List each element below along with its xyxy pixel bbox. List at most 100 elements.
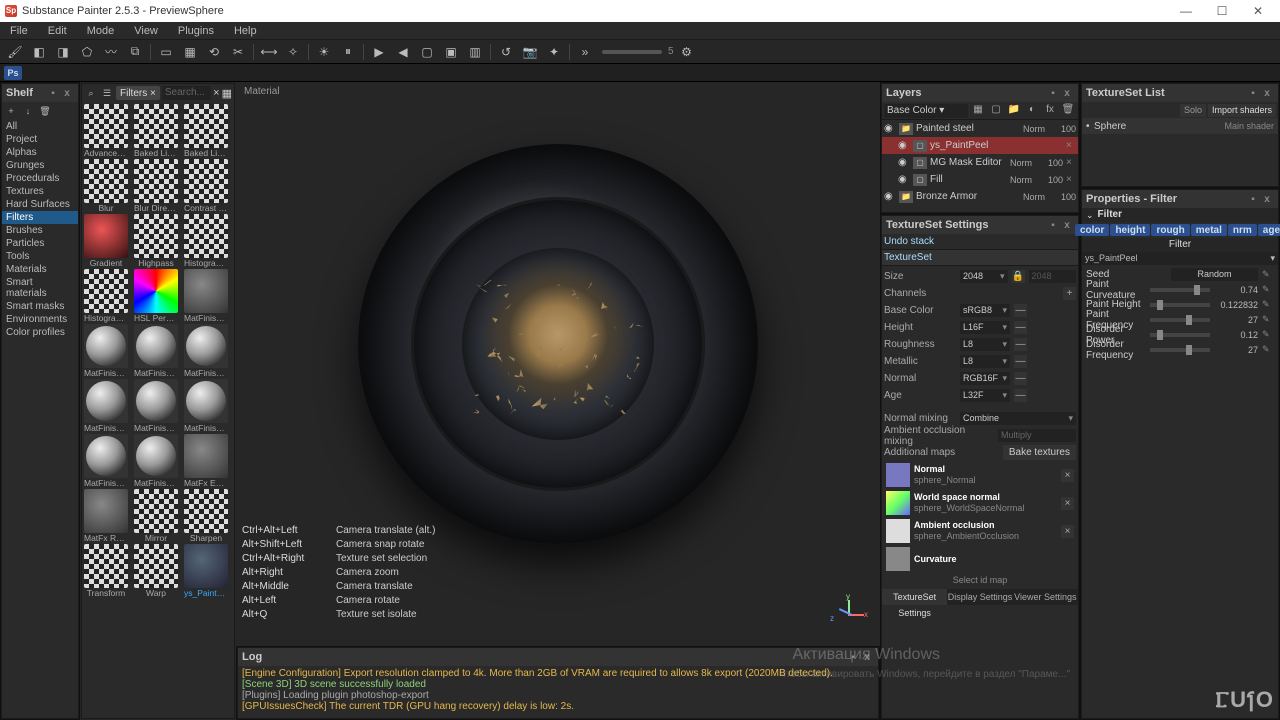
blend-mode[interactable]: Norm [1023, 124, 1053, 134]
channel-remove-icon[interactable]: — [1014, 389, 1027, 402]
select-tool-icon[interactable]: ▭ [155, 42, 177, 62]
shelf-category-grunges[interactable]: Grunges [2, 159, 78, 172]
random-button[interactable]: Random [1171, 268, 1258, 281]
photoshop-plugin-icon[interactable]: Ps [4, 66, 22, 80]
fill-tool-icon[interactable]: ▦ [179, 42, 201, 62]
shelf-item[interactable]: MatFx Edge... [184, 434, 232, 488]
shelf-category-procedurals[interactable]: Procedurals [2, 172, 78, 185]
filter-dropdown-icon[interactable]: ▾ [1270, 252, 1275, 265]
menu-help[interactable]: Help [228, 23, 263, 39]
map-slot[interactable]: Normalsphere_Normal× [884, 461, 1076, 489]
ts-menu-icon[interactable]: ▪ [1046, 220, 1060, 231]
param-slider[interactable] [1150, 288, 1210, 292]
viewboth-icon[interactable]: ▥ [464, 42, 486, 62]
channel-format-dropdown[interactable]: RGB16F▾ [960, 372, 1010, 385]
panel-menu-icon[interactable]: ▪ [46, 88, 60, 99]
minimize-button[interactable]: — [1168, 0, 1204, 22]
param-value[interactable]: 27 [1214, 345, 1258, 355]
add-paint-layer-icon[interactable]: ▢ [988, 104, 1004, 118]
layers-menu-icon[interactable]: ▪ [1046, 88, 1060, 99]
filter-toggle-icon[interactable]: ⌕ [84, 86, 98, 100]
map-slot[interactable]: Curvature [884, 545, 1076, 573]
param-slider[interactable] [1150, 348, 1210, 352]
shelf-item[interactable]: MatFx Rust ... [84, 489, 132, 543]
shelf-item[interactable]: MatFinish Br... [84, 324, 132, 378]
shelf-category-smart-masks[interactable]: Smart masks [2, 300, 78, 313]
shelf-item[interactable]: Blur Directi... [134, 159, 182, 213]
shelf-item[interactable]: MatFinish R... [84, 434, 132, 488]
edit-icon[interactable]: ✎ [1262, 269, 1274, 280]
rotate-icon[interactable]: ↺ [495, 42, 517, 62]
param-edit-icon[interactable]: ✎ [1262, 314, 1274, 325]
channel-format-dropdown[interactable]: sRGB8▾ [960, 304, 1010, 317]
blend-mode[interactable]: Norm [1010, 175, 1040, 185]
shelf-category-textures[interactable]: Textures [2, 185, 78, 198]
tab-display-settings[interactable]: Display Settings [947, 589, 1012, 605]
shelf-item[interactable]: Transform [84, 544, 132, 598]
channel-tab-rough[interactable]: rough [1151, 224, 1189, 236]
menu-chevron-icon[interactable]: » [574, 42, 596, 62]
map-clear-icon[interactable]: × [1061, 525, 1074, 538]
smudge-tool-icon[interactable]: 〰 [100, 42, 122, 62]
wand-icon[interactable]: ✧ [282, 42, 304, 62]
remove-icon[interactable]: × [1066, 157, 1076, 168]
axis-gizmo[interactable]: y x z [834, 600, 866, 632]
settings-icon[interactable]: ⚙ [676, 42, 698, 62]
tab-viewer-settings[interactable]: Viewer Settings [1013, 589, 1078, 605]
opacity[interactable]: 100 [1043, 158, 1063, 168]
channel-format-dropdown[interactable]: L8▾ [960, 355, 1010, 368]
pause-icon[interactable]: ⏸ [337, 42, 359, 62]
param-edit-icon[interactable]: ✎ [1262, 344, 1274, 355]
props-menu-icon[interactable]: ▪ [1246, 194, 1260, 205]
ortho-icon[interactable]: ◀ [392, 42, 414, 62]
filter-chip[interactable]: Filters × [116, 86, 160, 100]
param-value[interactable]: 0.122832 [1214, 300, 1258, 310]
channel-format-dropdown[interactable]: L8▾ [960, 338, 1010, 351]
shelf-search-input[interactable]: Search... [162, 86, 211, 100]
props-close-icon[interactable]: x [1260, 194, 1274, 205]
blend-mode[interactable]: Norm [1010, 158, 1040, 168]
param-edit-icon[interactable]: ✎ [1262, 299, 1274, 310]
search-clear-icon[interactable]: × [213, 87, 219, 99]
tslist-menu-icon[interactable]: ▪ [1246, 88, 1260, 99]
add-folder-icon[interactable]: 📁 [1006, 104, 1022, 118]
shelf-item[interactable]: Highpass [134, 214, 182, 268]
textureset-list-item[interactable]: • Sphere Main shader [1082, 118, 1278, 134]
opacity[interactable]: 100 [1056, 124, 1076, 134]
visibility-icon[interactable]: ◉ [884, 191, 896, 202]
shelf-item[interactable]: MatFinish G... [184, 269, 232, 323]
log-menu-icon[interactable]: ▪ [846, 652, 860, 663]
shelf-item[interactable]: Contrast Lu... [184, 159, 232, 213]
layer-row[interactable]: ◉📁Painted steelNorm100 [882, 120, 1078, 137]
collapse-icon[interactable]: ⌄ [1086, 208, 1094, 222]
close-button[interactable]: ✕ [1240, 0, 1276, 22]
channel-remove-icon[interactable]: — [1014, 321, 1027, 334]
shelf-category-environments[interactable]: Environments [2, 313, 78, 326]
clone-tool-icon[interactable]: ⧉ [124, 42, 146, 62]
select-id-map[interactable]: Select id map [884, 573, 1076, 587]
channel-remove-icon[interactable]: — [1014, 372, 1027, 385]
normal-mixing-dropdown[interactable]: Combine▾ [960, 412, 1076, 425]
shelf-item[interactable]: Warp [134, 544, 182, 598]
map-clear-icon[interactable]: × [1061, 497, 1074, 510]
size-dropdown[interactable]: 2048▾ [960, 270, 1008, 283]
map-slot[interactable]: World space normalsphere_WorldSpaceNorma… [884, 489, 1076, 517]
tab-textureset-settings[interactable]: TextureSet Settings [882, 589, 947, 605]
crop-tool-icon[interactable]: ✂ [227, 42, 249, 62]
visibility-icon[interactable]: ◉ [898, 174, 910, 185]
menu-mode[interactable]: Mode [81, 23, 121, 39]
shelf-import-icon[interactable]: ↓ [21, 104, 35, 118]
shelf-item[interactable]: Advanced Tr... [84, 104, 132, 158]
size-lock-icon[interactable]: 🔒 [1012, 270, 1025, 283]
bake-textures-button[interactable]: Bake textures [1003, 445, 1076, 460]
map-slot[interactable]: Ambient occlusionsphere_AmbientOcclusion… [884, 517, 1076, 545]
shelf-category-smart-materials[interactable]: Smart materials [2, 276, 78, 300]
env-slider[interactable] [602, 50, 662, 54]
filter-list-icon[interactable]: ☰ [100, 86, 114, 100]
channel-remove-icon[interactable]: — [1014, 304, 1027, 317]
delete-layer-icon[interactable]: 🗑 [1060, 104, 1076, 118]
shelf-item[interactable]: ys_PaintPeel [184, 544, 232, 598]
channel-format-dropdown[interactable]: L32F▾ [960, 389, 1010, 402]
shelf-item[interactable]: Baked Light... [134, 104, 182, 158]
brush-tool-icon[interactable]: 🖌 [4, 42, 26, 62]
